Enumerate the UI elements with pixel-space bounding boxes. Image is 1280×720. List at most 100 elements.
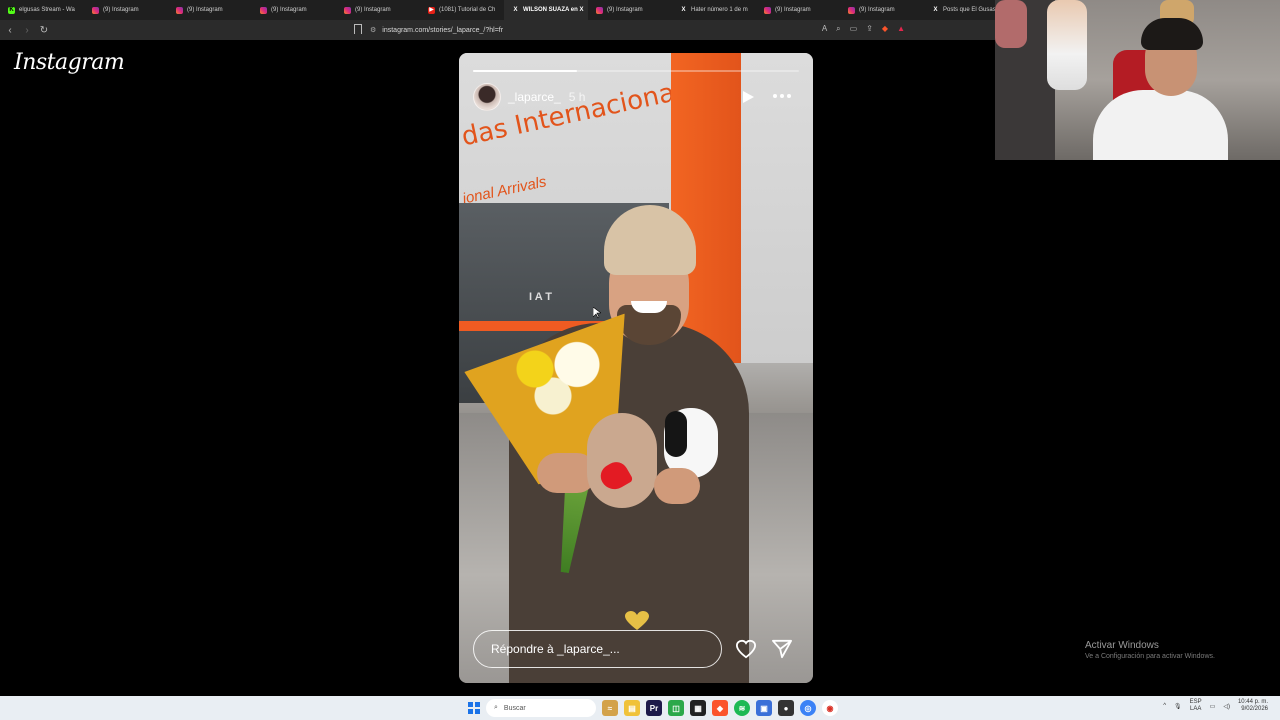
address-bar: ‹ › ↻ ⚙ instagram.com/stories/_laparce_/… bbox=[0, 20, 995, 40]
heart-icon[interactable] bbox=[735, 639, 757, 659]
browser-tab-label: (1081) Tutorial de Ch bbox=[439, 7, 496, 13]
browser-tab[interactable]: (9) Instagram bbox=[168, 0, 252, 20]
keyboard-layout: LAA bbox=[1189, 706, 1202, 712]
story-time: 5 h bbox=[568, 90, 586, 104]
story-reply-row: Répondre à _laparce_... bbox=[473, 630, 799, 668]
network-icon[interactable]: ▭ bbox=[1210, 703, 1216, 710]
instagram-icon bbox=[596, 6, 603, 14]
app-icon[interactable]: ▣ bbox=[756, 700, 772, 716]
webcam-streamer bbox=[1093, 90, 1228, 160]
system-tray: ^ 🎙 ESP LAA ▭ ◁) 10:44 p. m. 9/02/2026 bbox=[1163, 699, 1268, 713]
activate-windows-title: Activar Windows bbox=[1085, 640, 1159, 651]
avatar[interactable] bbox=[473, 83, 501, 111]
game-icon[interactable]: ● bbox=[778, 700, 794, 716]
story-header: _laparce_ 5 h bbox=[473, 83, 799, 111]
zoom-icon[interactable]: ⌕ bbox=[836, 24, 840, 34]
browser-tab-label: (9) Instagram bbox=[775, 7, 811, 13]
browser-tab[interactable]: Kelgusas Stream - Wa bbox=[0, 0, 84, 20]
bookmark-icon[interactable] bbox=[354, 24, 362, 34]
windows-start-icon[interactable] bbox=[468, 702, 480, 714]
play-icon[interactable] bbox=[741, 90, 755, 104]
browser-tab[interactable]: (9) Instagram bbox=[336, 0, 420, 20]
browser-tab[interactable]: (9) Instagram bbox=[840, 0, 924, 20]
reply-input[interactable]: Répondre à _laparce_... bbox=[473, 630, 722, 668]
clock-time: 10:44 p. m. bbox=[1237, 699, 1268, 705]
steam-icon[interactable]: ◎ bbox=[800, 700, 816, 716]
mouse-cursor-icon bbox=[593, 307, 601, 319]
browser-tab-label: (9) Instagram bbox=[607, 7, 643, 13]
browser-tab[interactable]: (9) Instagram bbox=[252, 0, 336, 20]
kick-icon: K bbox=[8, 6, 15, 14]
browser-tab-label: (9) Instagram bbox=[271, 7, 307, 13]
browser-tab[interactable]: (9) Instagram bbox=[756, 0, 840, 20]
file-explorer-icon[interactable]: ▤ bbox=[624, 700, 640, 716]
browser-tab[interactable]: (9) Instagram bbox=[84, 0, 168, 20]
x-icon: X bbox=[933, 6, 938, 13]
site-info-icon[interactable]: ⚙ bbox=[370, 26, 376, 34]
story-photo-hand-2 bbox=[654, 468, 700, 504]
send-icon[interactable] bbox=[771, 639, 793, 659]
language-indicator[interactable]: ESP LAA bbox=[1190, 699, 1202, 713]
story-photo-door-text: I A T bbox=[529, 291, 553, 303]
browser-tab[interactable]: (9) Instagram bbox=[588, 0, 672, 20]
instagram-icon bbox=[176, 6, 183, 14]
taskbar-apps: ≈ ▤ Pr ◫ ▦ ◆ ≋ ▣ ● ◎ ◉ bbox=[602, 700, 838, 716]
taskbar-search[interactable]: ⌕ Buscar bbox=[486, 699, 596, 717]
instagram-icon bbox=[260, 6, 267, 14]
activate-windows-watermark: Activar Windows Ve a Configuración para … bbox=[1085, 640, 1215, 660]
story-photo-snoopy-ear bbox=[665, 411, 687, 457]
x-icon: X bbox=[513, 6, 518, 13]
reload-icon[interactable]: ↻ bbox=[37, 23, 51, 37]
search-icon: ⌕ bbox=[494, 704, 498, 711]
taskbar-widget-icon[interactable]: ≈ bbox=[602, 700, 618, 716]
instagram-logo[interactable]: Instagram bbox=[14, 50, 125, 75]
browser-tab[interactable]: X Hater número 1 de m bbox=[672, 0, 756, 20]
brave-shield-icon[interactable]: ◆ bbox=[882, 24, 888, 34]
url-field[interactable]: ⚙ instagram.com/stories/_laparce_/?hl=fr bbox=[370, 24, 503, 36]
more-options-icon[interactable] bbox=[773, 89, 795, 103]
browser-tab[interactable]: ▶ (1081) Tutorial de Ch bbox=[420, 0, 504, 20]
brave-rewards-icon[interactable]: ▲ bbox=[897, 24, 905, 34]
store-icon[interactable]: ◫ bbox=[668, 700, 684, 716]
cast-icon[interactable]: ▭ bbox=[850, 24, 858, 34]
clock[interactable]: 10:44 p. m. 9/02/2026 bbox=[1238, 699, 1268, 713]
story-username[interactable]: _laparce_ bbox=[508, 90, 561, 104]
spotify-icon[interactable]: ≋ bbox=[734, 700, 750, 716]
browser-tab[interactable]: X WILSON SUAZA en X bbox=[504, 0, 588, 20]
youtube-icon: ▶ bbox=[428, 6, 435, 14]
story-photo-flowers bbox=[499, 333, 619, 423]
brave-browser-icon[interactable]: ◆ bbox=[712, 700, 728, 716]
premiere-icon[interactable]: Pr bbox=[646, 700, 662, 716]
instagram-icon bbox=[344, 6, 351, 14]
volume-icon[interactable]: ◁) bbox=[1223, 703, 1230, 710]
share-icon[interactable]: ⇪ bbox=[866, 24, 873, 34]
forward-icon[interactable]: › bbox=[20, 23, 34, 37]
taskbar-search-label: Buscar bbox=[503, 704, 526, 712]
instagram-icon bbox=[92, 6, 99, 14]
browser-tab-label: WILSON SUAZA en X bbox=[523, 7, 584, 13]
gold-heart-sticker bbox=[625, 611, 649, 630]
webcam-figurine-2 bbox=[1047, 0, 1087, 90]
translate-icon[interactable]: A bbox=[822, 24, 827, 34]
toolbar-icons: A ⌕ ▭ ⇪ ◆ ▲ bbox=[822, 24, 905, 34]
browser-tab-label: (9) Instagram bbox=[187, 7, 223, 13]
browser-tab-label: (9) Instagram bbox=[103, 7, 139, 13]
webcam-figurine bbox=[995, 0, 1027, 48]
chevron-up-icon[interactable]: ^ bbox=[1163, 703, 1166, 709]
browser-tab-label: Posts que El Gusas bbox=[943, 7, 996, 13]
url-text: instagram.com/stories/_laparce_/?hl=fr bbox=[382, 26, 504, 34]
webcam-streamer-hair bbox=[1141, 18, 1203, 50]
instagram-icon bbox=[848, 6, 855, 14]
browser-tab-label: elgusas Stream - Wa bbox=[19, 7, 75, 13]
back-icon[interactable]: ‹ bbox=[3, 23, 17, 37]
story-photo-teddy-bear bbox=[587, 413, 657, 508]
terminal-icon[interactable]: ▦ bbox=[690, 700, 706, 716]
story-progress-bar bbox=[473, 70, 799, 72]
browser-tab-label: (9) Instagram bbox=[859, 7, 895, 13]
story-viewer[interactable]: das Internacionales ional Arrivals I A T bbox=[459, 53, 813, 683]
language-code: ESP bbox=[1189, 699, 1202, 705]
microphone-icon[interactable]: 🎙 bbox=[1174, 703, 1182, 710]
x-icon: X bbox=[681, 6, 686, 13]
webcam-overlay bbox=[995, 0, 1280, 160]
chrome-icon[interactable]: ◉ bbox=[822, 700, 838, 716]
